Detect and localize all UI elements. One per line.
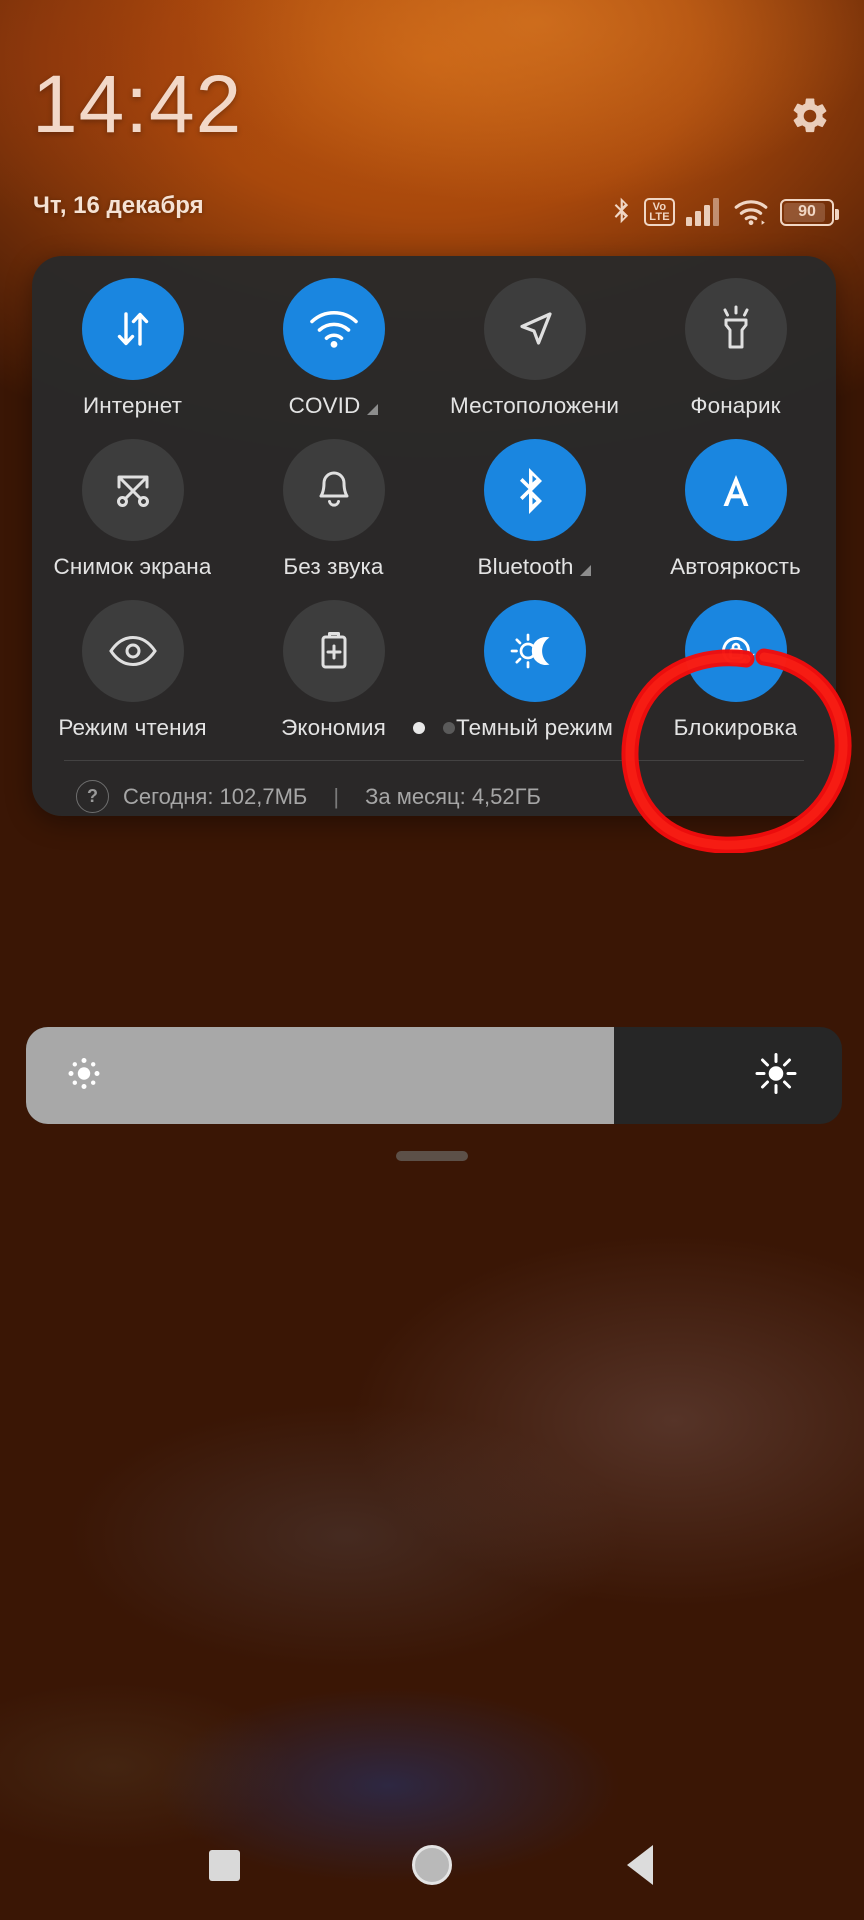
bell-icon [311, 465, 357, 515]
qs-tile-9[interactable]: Режим чтения [32, 600, 233, 741]
page-indicator [32, 722, 836, 734]
qs-tile-label: Местоположени [449, 393, 620, 418]
brightness-high-icon [754, 1051, 798, 1100]
volte-icon: Vo LTE [644, 198, 675, 226]
triangle-icon [627, 1845, 653, 1885]
qs-tile-label-wrap: Интернет [83, 393, 182, 419]
page-dot-1[interactable] [413, 722, 425, 734]
qs-tile-10[interactable]: Экономия [233, 600, 434, 741]
qs-tile-6[interactable]: Без звука [233, 439, 434, 580]
qs-tile-toggle[interactable] [483, 278, 586, 380]
qs-tile-label: Автояркость [670, 554, 801, 579]
qs-tile-toggle[interactable] [282, 600, 385, 702]
qs-tile-toggle[interactable] [483, 600, 586, 702]
expand-triangle-icon[interactable] [367, 403, 379, 415]
expand-triangle-icon[interactable] [580, 564, 592, 576]
back-button[interactable] [605, 1830, 675, 1900]
battery-icon: 90 [780, 198, 839, 226]
help-icon[interactable]: ? [76, 780, 109, 813]
qs-tile-toggle[interactable] [684, 439, 787, 541]
qs-tile-label-wrap: COVID [289, 393, 379, 419]
qs-tile-label: Без звука [283, 554, 384, 579]
qs-tile-label: Интернет [83, 393, 182, 418]
wifi-icon [733, 197, 769, 227]
qs-tile-4[interactable]: Фонарик [635, 278, 836, 419]
data-usage-separator: | [333, 783, 340, 809]
clock-time: 14:42 [32, 59, 243, 150]
qs-tile-toggle[interactable] [81, 600, 184, 702]
qs-tile-toggle[interactable] [684, 600, 787, 702]
panel-drag-handle[interactable] [396, 1151, 468, 1161]
panel-divider [64, 760, 804, 761]
data-usage-today: Сегодня: 102,7МБ [123, 783, 308, 809]
qs-tile-11[interactable]: Темный режим [434, 600, 635, 741]
qs-tile-label: COVID [288, 393, 361, 418]
brightness-slider-fill [26, 1027, 614, 1124]
qs-tile-label: Фонарик [690, 393, 781, 418]
qs-tile-toggle[interactable] [684, 278, 787, 380]
bluetooth-icon [611, 196, 633, 228]
qs-tile-toggle[interactable] [81, 439, 184, 541]
clock-date: Чт, 16 декабря [33, 192, 204, 219]
qs-tile-toggle[interactable] [282, 439, 385, 541]
rotation-lock-icon [710, 625, 762, 677]
qs-tile-toggle[interactable] [483, 439, 586, 541]
navigation-bar [0, 1810, 864, 1920]
qs-tile-label-wrap: Фонарик [690, 393, 780, 419]
qs-tile-1[interactable]: Интернет [32, 278, 233, 419]
brightness-low-icon [64, 1053, 104, 1098]
qs-tile-toggle[interactable] [282, 278, 385, 380]
qs-tile-label-wrap: Снимок экрана [54, 554, 212, 580]
qs-tile-label: Снимок экрана [53, 554, 212, 579]
page-dot-2[interactable] [443, 722, 455, 734]
home-button[interactable] [397, 1830, 467, 1900]
quick-settings-tile-grid: Интернет COVID Местоположени Фонарик Сни… [32, 278, 836, 741]
volte-bottom: LTE [649, 211, 670, 223]
qs-tile-label-wrap: Без звука [283, 554, 383, 580]
battery-saver-icon [314, 626, 354, 676]
qs-tile-label-wrap: Автояркость [670, 554, 801, 580]
dark-mode-icon [508, 627, 562, 675]
wifi-icon [307, 306, 361, 352]
settings-gear-button[interactable] [788, 96, 832, 140]
screenshot-icon [108, 465, 158, 515]
data-usage-month: За месяц: 4,52ГБ [365, 783, 541, 809]
location-arrow-icon [510, 304, 560, 354]
qs-tile-12[interactable]: Блокировка [635, 600, 836, 741]
circle-icon [412, 1845, 452, 1885]
auto-brightness-icon [712, 466, 760, 514]
data-usage-row[interactable]: ? Сегодня: 102,7МБ | За месяц: 4,52ГБ [76, 780, 541, 813]
qs-tile-label: Bluetooth [477, 554, 574, 579]
qs-tile-5[interactable]: Снимок экрана [32, 439, 233, 580]
qs-tile-3[interactable]: Местоположени [434, 278, 635, 419]
cellular-signal-icon [686, 197, 722, 227]
bluetooth-icon [514, 464, 556, 516]
data-transfer-icon [107, 303, 159, 355]
qs-tile-7[interactable]: Bluetooth [434, 439, 635, 580]
qs-tile-toggle[interactable] [81, 278, 184, 380]
gear-icon [789, 95, 831, 142]
qs-tile-8[interactable]: Автояркость [635, 439, 836, 580]
qs-tile-2[interactable]: COVID [233, 278, 434, 419]
qs-tile-label-wrap: Bluetooth [478, 554, 592, 580]
status-header: 14:42 Чт, 16 декабря Vo LTE 90 [0, 0, 864, 250]
square-icon [208, 1849, 240, 1881]
brightness-slider[interactable] [26, 1027, 842, 1124]
flashlight-icon [713, 304, 759, 354]
quick-settings-panel: Интернет COVID Местоположени Фонарик Сни… [32, 256, 836, 816]
status-bar-icons: Vo LTE 90 [611, 195, 839, 229]
recents-button[interactable] [189, 1830, 259, 1900]
qs-tile-label-wrap: Местоположени [450, 393, 619, 419]
eye-icon [107, 631, 159, 671]
battery-level-label: 90 [798, 203, 816, 220]
